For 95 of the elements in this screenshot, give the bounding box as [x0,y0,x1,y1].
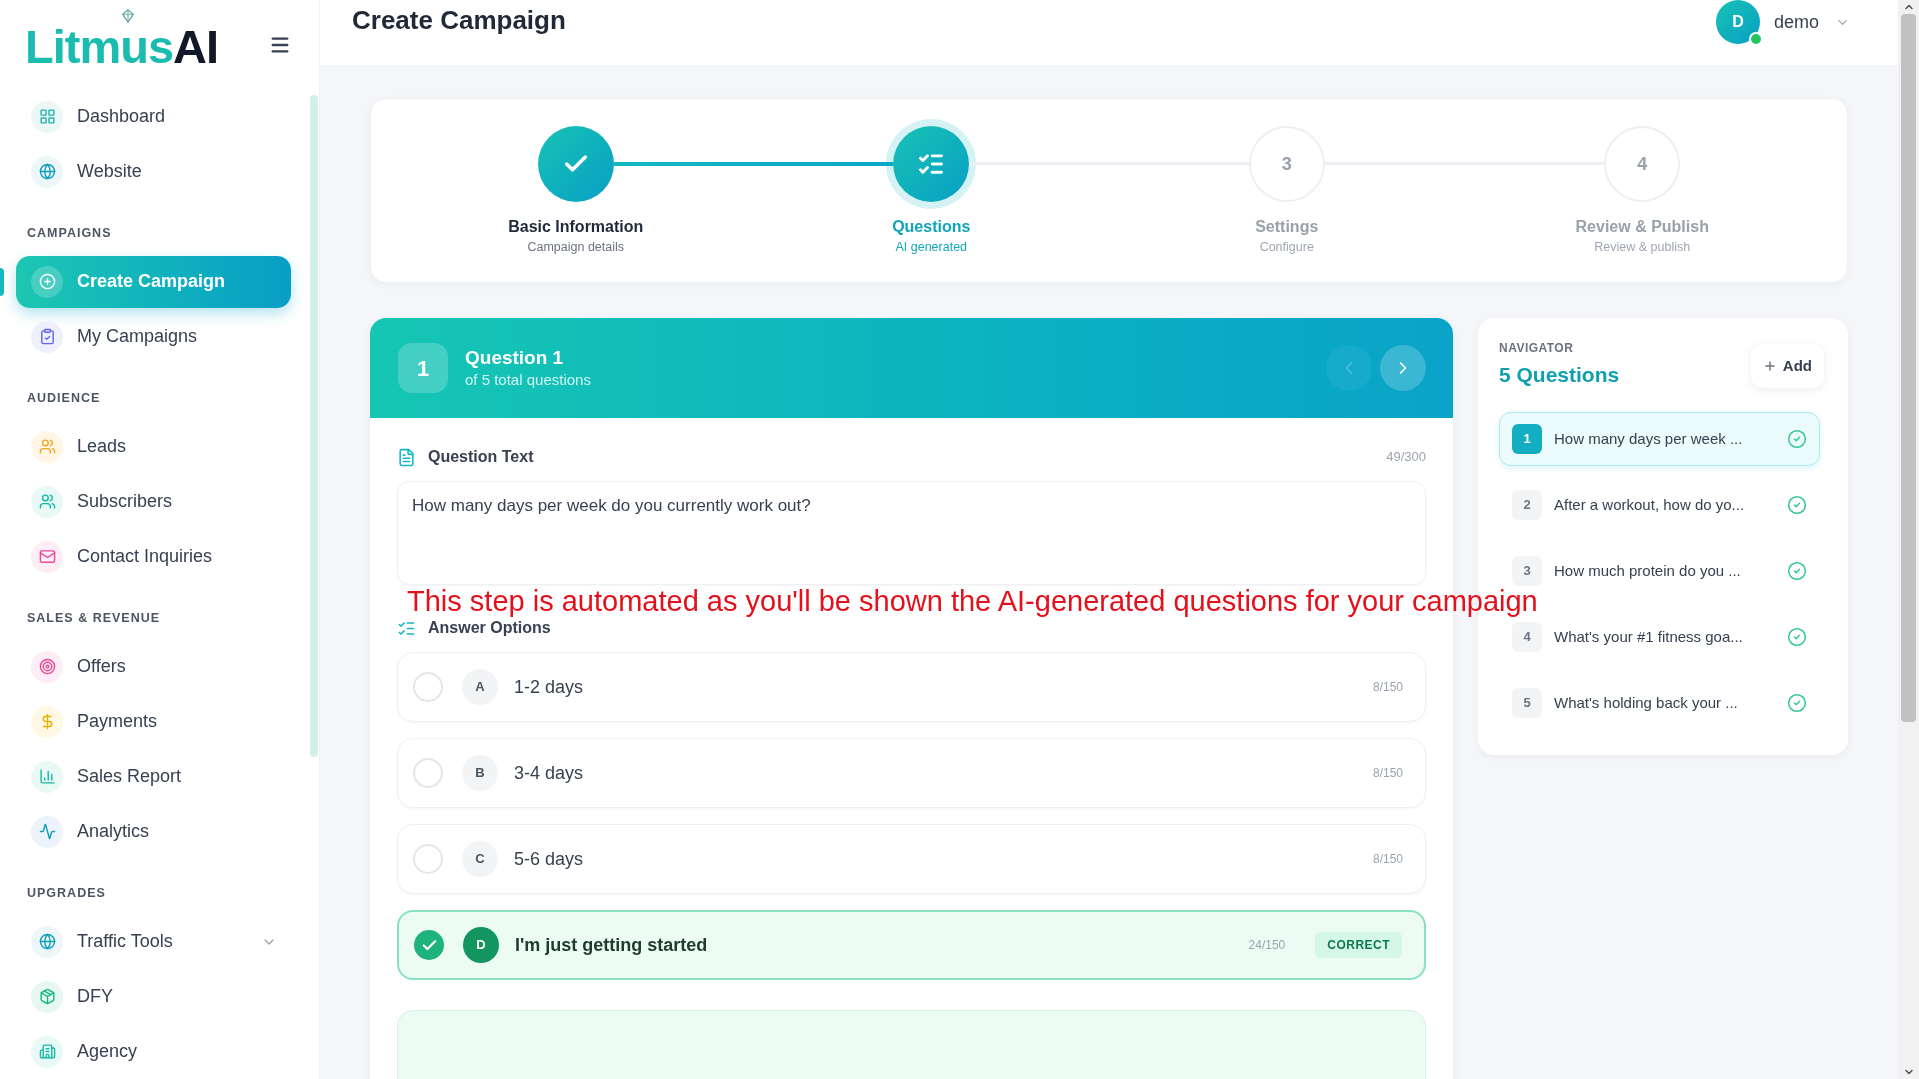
answer-option[interactable]: D I'm just getting started 24/150 CORRECT [397,910,1426,980]
question-preview: After a workout, how do yo... [1554,494,1746,515]
field-label: Question Text [428,447,534,467]
question-subtitle: of 5 total questions [465,370,591,390]
question-preview: What's your #1 fitness goa... [1554,626,1744,647]
question-title: Question 1 [465,346,565,370]
question-number-badge: 1 [1512,424,1542,454]
question-number-badge: 2 [1512,490,1542,520]
navigator-label: NAVIGATOR [1499,340,1575,356]
step-number: 3 [1248,126,1325,202]
step-sublabel: Configure [1259,239,1314,255]
step-sublabel: Review & publish [1594,239,1691,255]
question-text-field[interactable]: How many days per week do you currently work out? [397,481,1426,585]
nav-item[interactable]: DFY [16,970,291,1023]
target-icon [31,650,63,683]
answer-option[interactable]: B 3-4 days 8/150 [397,738,1426,808]
step-sublabel: AI generated [895,239,968,255]
nav-item[interactable]: Leads [16,420,291,473]
char-counter: 8/150 [1372,851,1403,868]
sidebar-scrollbar[interactable] [310,95,318,757]
nav-item[interactable]: Subscribers [16,475,291,528]
step-label: Basic Information [508,217,644,237]
navigator-item[interactable]: 5 What's holding back your ... [1499,676,1820,730]
option-letter: B [462,755,498,791]
step-sublabel: Campaign details [527,239,625,255]
user-name[interactable]: demo [1773,8,1819,36]
nav-item[interactable]: Contact Inquiries [16,530,291,583]
caption-text: This step is automated as you'll be shown the AI-generated questions for your campaign [407,585,1538,617]
option-text: 3-4 days [514,761,584,785]
option-text: 5-6 days [514,847,584,871]
step-label: Questions [892,217,971,237]
nav-item[interactable]: Sales Report [16,750,291,803]
box-icon [31,980,63,1013]
section-heading: SALES & REVENUE [27,610,161,628]
globe-icon [31,155,63,188]
correct-badge: CORRECT [1315,932,1402,958]
logo-mark-icon [121,9,135,23]
section-heading: CAMPAIGNS [27,225,112,243]
nav-item[interactable]: My Campaigns [16,310,291,363]
step-label: Settings [1255,217,1319,237]
users-icon [31,430,63,463]
scrollbar[interactable] [1898,0,1919,1079]
grid-icon [31,100,63,133]
option-text: 1-2 days [514,675,584,699]
globe-icon [31,925,63,958]
question-number-badge: 1 [398,343,448,393]
char-counter: 8/150 [1372,765,1403,782]
navigator-title: 5 Questions [1499,362,1620,388]
section-heading: AUDIENCE [27,390,101,408]
nav-item[interactable]: Dashboard [16,90,291,143]
nav-item[interactable]: Analytics [16,805,291,858]
users-icon [31,485,63,518]
question-preview: What's holding back your ... [1554,692,1739,713]
step-label: Review & Publish [1575,217,1709,237]
option-letter: D [463,927,499,963]
question-preview: How many days per week ... [1554,428,1744,449]
option-letter: C [462,841,498,877]
radio-icon[interactable] [413,672,443,702]
char-counter: 8/150 [1372,679,1403,696]
nav-item[interactable]: Payments [16,695,291,748]
logo: LitmusAI [25,20,219,73]
next-button[interactable] [1380,345,1426,391]
section-heading: UPGRADES [27,885,106,903]
document-icon [397,447,416,467]
nav-item[interactable]: Offers [16,640,291,693]
dollar-icon [31,705,63,738]
radio-icon[interactable] [413,758,443,788]
question-preview: How much protein do you ... [1554,560,1742,581]
radio-icon[interactable] [413,844,443,874]
option-letter: A [462,669,498,705]
answer-option[interactable]: C 5-6 days 8/150 [397,824,1426,894]
nav-item[interactable]: Website [16,145,291,198]
clipboard-icon [31,320,63,353]
active-indicator [0,267,4,296]
building-icon [31,1035,63,1068]
bar-chart-icon [31,760,63,793]
answer-option[interactable]: A 1-2 days 8/150 [397,652,1426,722]
plus-icon [1762,359,1777,373]
mail-icon [31,540,63,573]
page-title: Create Campaign [352,4,566,36]
nav-item[interactable]: Agency [16,1025,291,1078]
question-number-badge: 5 [1512,688,1542,718]
char-counter: 24/150 [1248,937,1286,954]
scrollbar-thumb[interactable] [1901,14,1916,722]
option-text: I'm just getting started [515,933,708,957]
char-counter: 49/300 [1386,448,1426,467]
add-button[interactable]: Add [1750,344,1824,388]
nav-item[interactable]: Traffic Tools [16,915,291,968]
pulse-icon [31,815,63,848]
question-number-badge: 4 [1512,622,1542,652]
navigator-item[interactable]: 2 After a workout, how do yo... [1499,478,1820,532]
field-label: Answer Options [428,618,551,638]
step-number: 4 [1604,126,1681,202]
navigator-item[interactable]: 1 How many days per week ... [1499,412,1820,466]
question-number-badge: 3 [1512,556,1542,586]
